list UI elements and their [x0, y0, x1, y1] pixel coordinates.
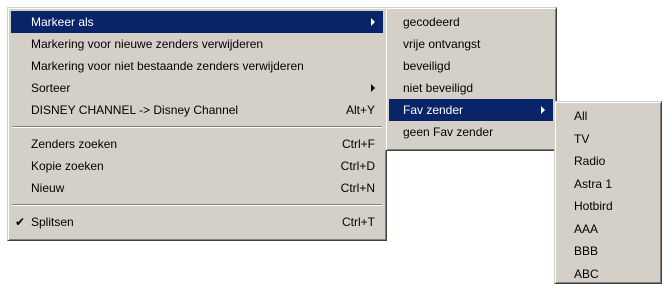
- menu-item-label: Splitsen: [31, 211, 74, 233]
- submenu-arrow-icon: [371, 18, 375, 26]
- menu-item-label: gecodeerd: [403, 11, 460, 33]
- menu-item-remove-new-markings[interactable]: Markering voor nieuwe zenders verwijdere…: [11, 33, 383, 55]
- menu-item-label: Sorteer: [31, 77, 70, 99]
- menu-item-remove-nonexistent-markings[interactable]: Markering voor niet bestaande zenders ve…: [11, 55, 383, 77]
- shortcut-label: Alt+Y: [346, 99, 375, 121]
- menu-item-label: DISNEY CHANNEL -> Disney Channel: [31, 99, 238, 121]
- menu-item-label: Markering voor nieuwe zenders verwijdere…: [31, 33, 263, 55]
- menu-item-niet-beveiligd[interactable]: niet beveiligd: [389, 77, 553, 99]
- menu-item-label: beveiligd: [403, 55, 450, 77]
- menu-item-geen-fav-zender[interactable]: geen Fav zender: [389, 121, 553, 143]
- checkmark-icon: ✔: [15, 211, 25, 233]
- menu-item-label: Nieuw: [31, 177, 64, 199]
- menu-item-label: Zenders zoeken: [31, 133, 117, 155]
- context-menu: Markeer als Markering voor nieuwe zender…: [7, 7, 387, 241]
- menu-item-label: Markering voor niet bestaande zenders ve…: [31, 55, 304, 77]
- shortcut-label: Ctrl+D: [341, 155, 375, 177]
- menu-item-gecodeerd[interactable]: gecodeerd: [389, 11, 553, 33]
- menu-item-kopie-zoeken[interactable]: Kopie zoeken Ctrl+D: [11, 155, 383, 177]
- menu-item-nieuw[interactable]: Nieuw Ctrl+N: [11, 177, 383, 199]
- menu-separator: [12, 204, 382, 206]
- menu-item-label: All: [574, 105, 587, 128]
- submenu-arrow-icon: [371, 84, 375, 92]
- menu-item-fav-abc[interactable]: ABC: [558, 263, 658, 285]
- shortcut-label: Ctrl+F: [342, 133, 375, 155]
- submenu-arrow-icon: [541, 106, 545, 114]
- menu-item-rename-channel[interactable]: DISNEY CHANNEL -> Disney Channel Alt+Y: [11, 99, 383, 121]
- menu-item-label: vrije ontvangst: [403, 33, 480, 55]
- menu-item-label: niet beveiligd: [403, 77, 473, 99]
- menu-item-label: Radio: [574, 150, 605, 173]
- shortcut-label: Ctrl+N: [341, 177, 375, 199]
- menu-item-label: Astra 1: [574, 173, 612, 196]
- menu-item-label: TV: [574, 128, 589, 151]
- menu-item-label: AAA: [574, 218, 598, 241]
- menu-item-fav-zender[interactable]: Fav zender: [389, 99, 553, 121]
- menu-item-label: ABC: [574, 263, 599, 285]
- menu-item-label: Kopie zoeken: [31, 155, 104, 177]
- menu-item-fav-tv[interactable]: TV: [558, 128, 658, 151]
- menu-item-fav-aaa[interactable]: AAA: [558, 218, 658, 241]
- menu-item-label: geen Fav zender: [403, 121, 493, 143]
- menu-item-markeer-als[interactable]: Markeer als: [11, 11, 383, 33]
- menu-item-fav-hotbird[interactable]: Hotbird: [558, 195, 658, 218]
- menu-item-fav-bbb[interactable]: BBB: [558, 240, 658, 263]
- menu-item-label: BBB: [574, 240, 598, 263]
- menu-item-zenders-zoeken[interactable]: Zenders zoeken Ctrl+F: [11, 133, 383, 155]
- menu-separator: [12, 126, 382, 128]
- menu-item-sorteer[interactable]: Sorteer: [11, 77, 383, 99]
- shortcut-label: Ctrl+T: [342, 211, 375, 233]
- menu-item-label: Hotbird: [574, 195, 613, 218]
- menu-item-beveiligd[interactable]: beveiligd: [389, 55, 553, 77]
- menu-item-label: Markeer als: [31, 11, 94, 33]
- menu-item-fav-radio[interactable]: Radio: [558, 150, 658, 173]
- markeer-als-submenu: gecodeerd vrije ontvangst beveiligd niet…: [385, 7, 557, 151]
- menu-item-vrije-ontvangst[interactable]: vrije ontvangst: [389, 33, 553, 55]
- menu-item-fav-astra-1[interactable]: Astra 1: [558, 173, 658, 196]
- menu-item-splitsen[interactable]: ✔ Splitsen Ctrl+T: [11, 211, 383, 233]
- fav-zender-submenu: All TV Radio Astra 1 Hotbird AAA BBB ABC: [554, 101, 662, 284]
- menu-item-fav-all[interactable]: All: [558, 105, 658, 128]
- menu-item-label: Fav zender: [403, 99, 463, 121]
